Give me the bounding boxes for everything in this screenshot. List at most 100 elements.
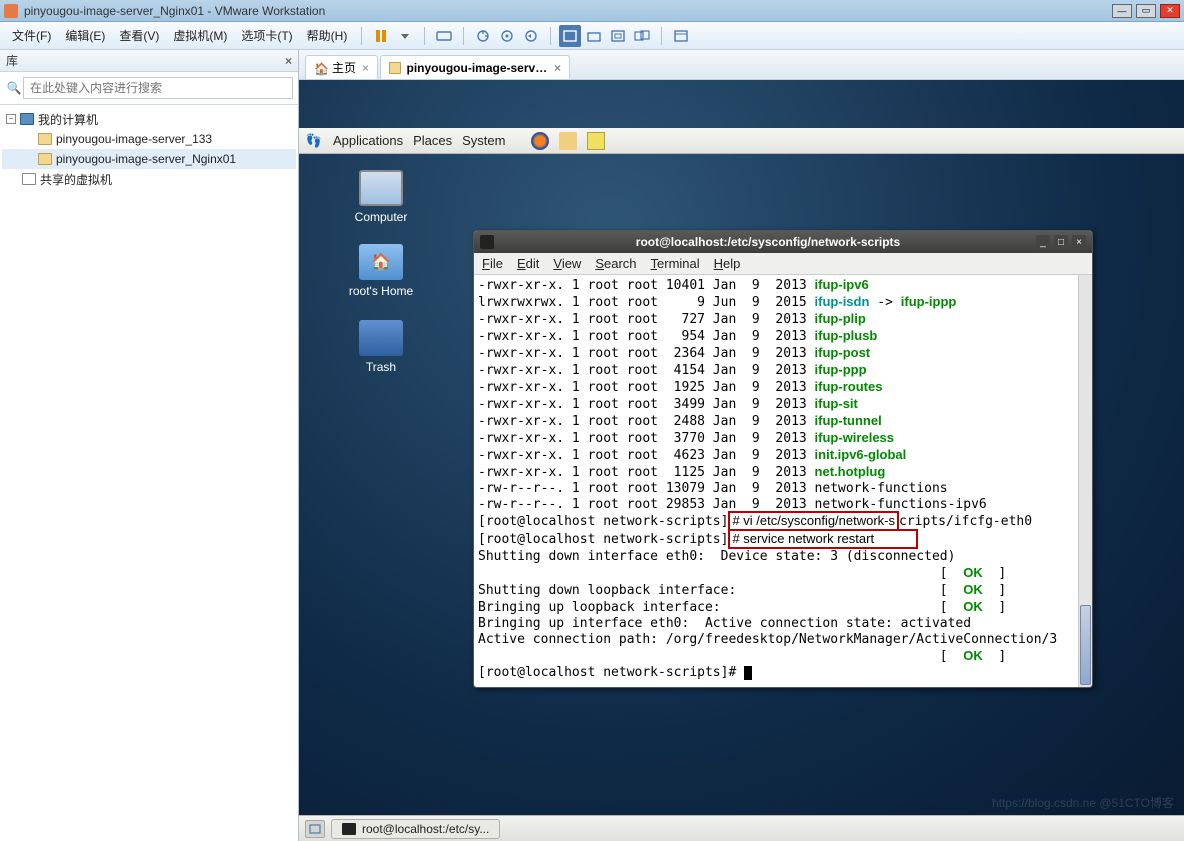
terminal-window[interactable]: root@localhost:/etc/sysconfig/network-sc…	[473, 230, 1093, 688]
menu-vm[interactable]: 虚拟机(M)	[167, 24, 233, 47]
pause-button[interactable]	[370, 25, 392, 47]
terminal-icon	[342, 823, 356, 835]
mail-icon[interactable]	[559, 132, 577, 150]
tab-home[interactable]: 🏠 主页 ×	[305, 55, 378, 79]
collapse-icon[interactable]: −	[6, 114, 16, 124]
terminal-minimize-button[interactable]: _	[1036, 235, 1050, 249]
tree-shared-vms[interactable]: 共享的虚拟机	[2, 169, 296, 189]
sidebar-header: 库 ×	[0, 50, 298, 72]
show-desktop-button[interactable]	[305, 820, 325, 838]
snapshot-revert-button[interactable]	[520, 25, 542, 47]
tree-my-computer[interactable]: − 我的计算机	[2, 109, 296, 129]
desktop-computer-icon[interactable]: Computer	[341, 170, 421, 224]
firefox-icon[interactable]	[531, 132, 549, 150]
send-ctrl-alt-del-button[interactable]	[433, 25, 455, 47]
vm-icon	[389, 62, 400, 74]
computer-icon	[20, 113, 34, 125]
tabs: 🏠 主页 × pinyougou-image-server... ×	[299, 50, 1184, 80]
terminal-maximize-button[interactable]: □	[1054, 235, 1068, 249]
panel-applications[interactable]: Applications	[333, 133, 403, 148]
terminal-body[interactable]: -rwxr-xr-x. 1 root root 10401 Jan 9 2013…	[474, 275, 1078, 687]
term-menu-file[interactable]: File	[482, 256, 503, 271]
vm-tree: − 我的计算机 pinyougou-image-server_133 pinyo…	[0, 105, 298, 193]
icon-label: Trash	[341, 360, 421, 374]
app-icon	[4, 4, 18, 18]
snapshot-button[interactable]	[472, 25, 494, 47]
tree-label: pinyougou-image-server_Nginx01	[56, 152, 236, 166]
term-menu-edit[interactable]: Edit	[517, 256, 539, 271]
maximize-button[interactable]: ▭	[1136, 4, 1156, 18]
separator	[661, 27, 662, 45]
sidebar-title: 库	[6, 52, 18, 69]
shared-icon	[22, 173, 36, 185]
multi-monitor-button[interactable]	[631, 25, 653, 47]
watermark: https://blog.csdn.ne @51CTO博客	[992, 794, 1174, 811]
tab-close-button[interactable]: ×	[362, 61, 369, 75]
note-icon[interactable]	[587, 132, 605, 150]
library-sidebar: 库 × 🔍 − 我的计算机 pinyougou-image-server_133…	[0, 50, 299, 841]
fullscreen-button[interactable]	[559, 25, 581, 47]
app-titlebar: pinyougou-image-server_Nginx01 - VMware …	[0, 0, 1184, 22]
app-menubar: 文件(F) 编辑(E) 查看(V) 虚拟机(M) 选项卡(T) 帮助(H)	[0, 22, 1184, 50]
sidebar-close-button[interactable]: ×	[285, 54, 292, 68]
tree-label: 共享的虚拟机	[40, 171, 112, 188]
vm-icon	[38, 133, 52, 145]
separator	[361, 27, 362, 45]
term-menu-help[interactable]: Help	[714, 256, 741, 271]
terminal-scrollbar[interactable]	[1078, 275, 1092, 687]
tab-label: 主页	[332, 59, 356, 76]
terminal-icon	[480, 235, 494, 249]
icon-label: Computer	[341, 210, 421, 224]
stretch-button[interactable]	[607, 25, 629, 47]
separator	[550, 27, 551, 45]
computer-icon	[359, 170, 403, 206]
trash-icon	[359, 320, 403, 356]
panel-places[interactable]: Places	[413, 133, 452, 148]
menu-help[interactable]: 帮助(H)	[301, 24, 354, 47]
menu-file[interactable]: 文件(F)	[6, 24, 57, 47]
task-label: root@localhost:/etc/sy...	[362, 822, 489, 836]
gnome-top-panel: 👣 Applications Places System	[299, 128, 1184, 154]
menu-tabs[interactable]: 选项卡(T)	[235, 24, 298, 47]
dropdown-icon[interactable]	[394, 25, 416, 47]
tree-label: pinyougou-image-server_133	[56, 132, 212, 146]
terminal-close-button[interactable]: ×	[1072, 235, 1086, 249]
desktop-trash-icon[interactable]: Trash	[341, 320, 421, 374]
term-menu-view[interactable]: View	[553, 256, 581, 271]
folder-icon	[359, 244, 403, 280]
term-menu-search[interactable]: Search	[595, 256, 636, 271]
vm-desktop[interactable]: 👣 Applications Places System Computer ro…	[299, 80, 1184, 841]
tab-close-button[interactable]: ×	[554, 61, 561, 75]
home-icon: 🏠	[314, 62, 326, 74]
gnome-bottom-panel: root@localhost:/etc/sy...	[299, 815, 1184, 841]
menu-edit[interactable]: 编辑(E)	[59, 24, 111, 47]
library-button[interactable]	[670, 25, 692, 47]
taskbar-terminal-button[interactable]: root@localhost:/etc/sy...	[331, 819, 500, 839]
tree-vm-133[interactable]: pinyougou-image-server_133	[2, 129, 296, 149]
terminal-titlebar[interactable]: root@localhost:/etc/sysconfig/network-sc…	[474, 231, 1092, 253]
content-area: 🏠 主页 × pinyougou-image-server... × 👣 App…	[299, 50, 1184, 841]
app-title: pinyougou-image-server_Nginx01 - VMware …	[24, 4, 1112, 18]
terminal-menubar: File Edit View Search Terminal Help	[474, 253, 1092, 275]
vm-icon	[38, 153, 52, 165]
tab-label: pinyougou-image-server...	[407, 61, 549, 75]
library-search-input[interactable]	[23, 77, 293, 99]
separator	[463, 27, 464, 45]
desktop-home-icon[interactable]: root's Home	[341, 244, 421, 298]
separator	[424, 27, 425, 45]
scrollbar-thumb[interactable]	[1080, 605, 1091, 685]
terminal-title: root@localhost:/etc/sysconfig/network-sc…	[500, 235, 1036, 249]
tree-label: 我的计算机	[38, 111, 98, 128]
term-menu-terminal[interactable]: Terminal	[651, 256, 700, 271]
unity-button[interactable]	[583, 25, 605, 47]
icon-label: root's Home	[341, 284, 421, 298]
snapshot-manage-button[interactable]	[496, 25, 518, 47]
tab-vm-nginx01[interactable]: pinyougou-image-server... ×	[380, 55, 570, 79]
menu-view[interactable]: 查看(V)	[113, 24, 165, 47]
minimize-button[interactable]: —	[1112, 4, 1132, 18]
search-icon: 🔍	[5, 81, 23, 95]
panel-system[interactable]: System	[462, 133, 505, 148]
tree-vm-nginx01[interactable]: pinyougou-image-server_Nginx01	[2, 149, 296, 169]
close-button[interactable]: ✕	[1160, 4, 1180, 18]
gnome-foot-icon[interactable]: 👣	[305, 132, 323, 150]
